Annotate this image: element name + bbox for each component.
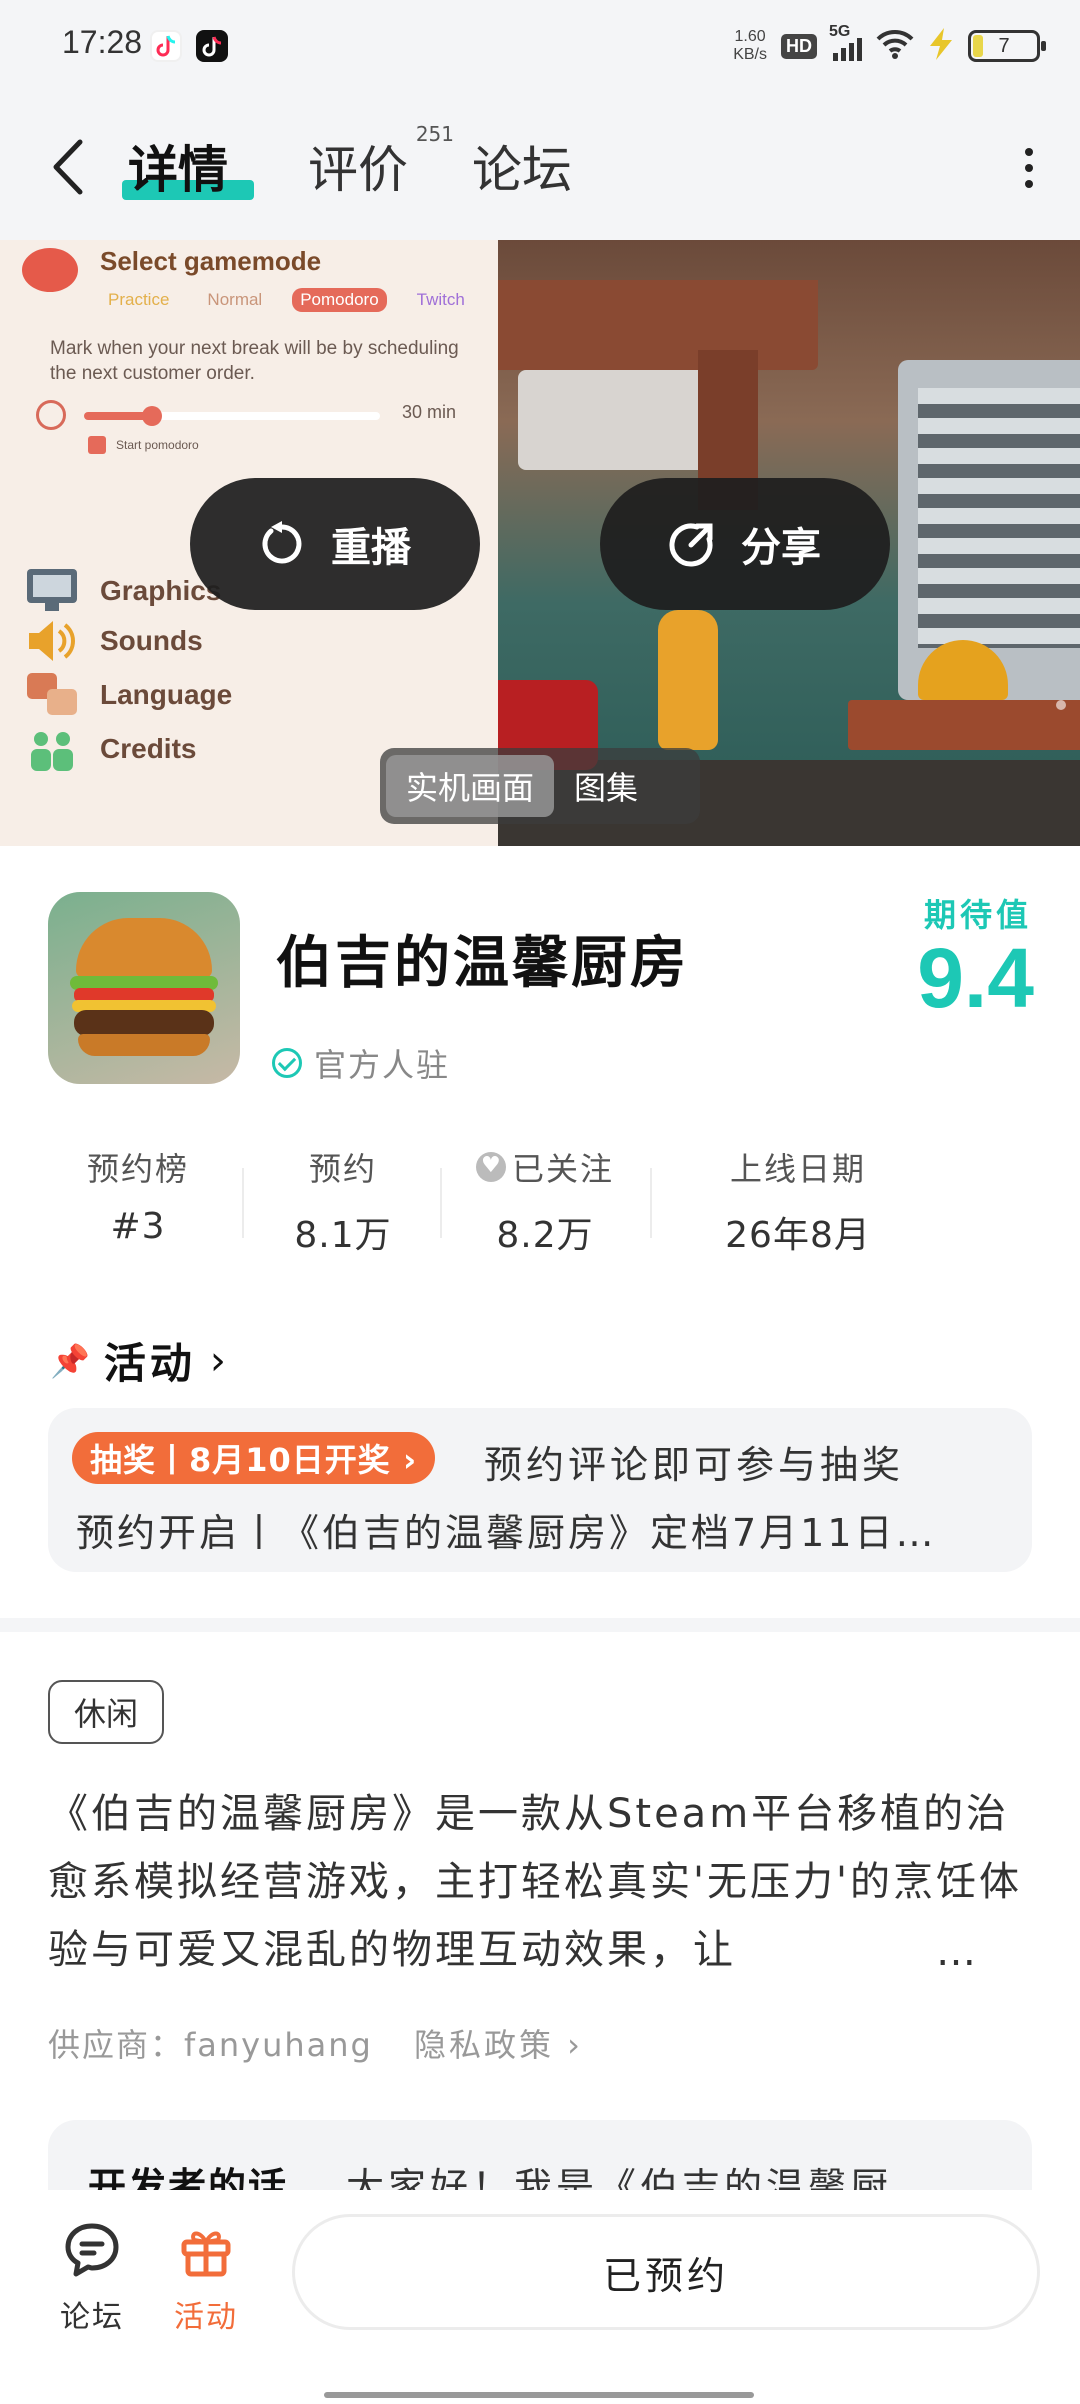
description-ellipsis: … bbox=[936, 1918, 1016, 1986]
menu-language: Language bbox=[24, 670, 232, 720]
heart-icon bbox=[475, 1152, 506, 1182]
activity-card[interactable]: 抽奖丨8月10日开奖 › 预约评论即可参与抽奖 预约开启丨《伯吉的温馨厨房》定档… bbox=[48, 1408, 1032, 1572]
mustard-bottle bbox=[658, 610, 718, 750]
status-right: 1.60 KB/s HD 5G 7 bbox=[733, 23, 1046, 68]
bottom-forum-button[interactable]: 论坛 bbox=[42, 2220, 142, 2336]
game-description[interactable]: 《伯吉的温馨厨房》是一款从Steam平台移植的治愈系模拟经营游戏，主打轻松真实'… bbox=[48, 1780, 1038, 1984]
hd-badge: HD bbox=[781, 33, 817, 59]
gamemode-options: Practice Normal Pomodoro Twitch bbox=[100, 288, 473, 312]
supplier-info: 供应商：fanyuhang bbox=[48, 2026, 373, 2064]
menu-sounds: Sounds bbox=[24, 616, 203, 666]
activity-header[interactable]: 📌 活动 › bbox=[50, 1330, 226, 1391]
wifi-icon bbox=[876, 29, 914, 63]
battery-icon: 7 bbox=[968, 30, 1046, 62]
stat-label: 已关注 bbox=[445, 1140, 645, 1194]
replay-label: 重播 bbox=[331, 525, 411, 571]
top-navigation: 详情 评价 251 论坛 bbox=[0, 92, 1080, 240]
replay-icon bbox=[262, 521, 302, 564]
activity-title: 活动 bbox=[103, 1339, 196, 1388]
back-button[interactable] bbox=[48, 136, 98, 198]
stat-label: 上线日期 bbox=[729, 1150, 866, 1188]
network-type: 5G bbox=[829, 23, 851, 40]
timer-icon bbox=[36, 400, 66, 430]
game-app-icon bbox=[48, 892, 240, 1084]
mode-twitch: Twitch bbox=[416, 290, 465, 309]
official-badge: 官方人驻 bbox=[272, 1040, 450, 1086]
official-label: 官方人驻 bbox=[314, 1046, 451, 1084]
people-icon bbox=[24, 724, 80, 774]
more-options-button[interactable] bbox=[1014, 148, 1044, 188]
stat-value: 8.2万 bbox=[496, 1215, 594, 1256]
lottery-tag[interactable]: 抽奖丨8月10日开奖 › bbox=[72, 1432, 436, 1484]
section-divider bbox=[0, 1618, 1080, 1632]
checkbox-label: Start pomodoro bbox=[116, 438, 199, 452]
activity-line2: 预约开启丨《伯吉的温馨厨房》定档7月11日… bbox=[76, 1511, 937, 1555]
gamemode-title: Select gamemode bbox=[100, 246, 322, 276]
speaker-icon bbox=[24, 616, 80, 666]
tab-forum[interactable]: 论坛 bbox=[472, 130, 572, 202]
battery-level: 7 bbox=[998, 34, 1010, 57]
charging-icon bbox=[928, 28, 954, 64]
monitor-icon bbox=[24, 566, 80, 616]
stat-value: #3 bbox=[110, 1206, 166, 1247]
net-speed-value: 1.60 bbox=[734, 28, 766, 45]
stat-label: 预约 bbox=[308, 1150, 377, 1188]
stat-followed[interactable]: 已关注 8.2万 bbox=[445, 1140, 645, 1258]
status-bar: 17:28 1.60 KB/s HD 5G 7 bbox=[0, 0, 1080, 92]
share-label: 分享 bbox=[741, 525, 821, 571]
menu-credits: Credits bbox=[24, 724, 196, 774]
chat-bubble-icon bbox=[62, 2220, 122, 2280]
genre-tag[interactable]: 休闲 bbox=[48, 1680, 165, 1744]
net-speed-unit: KB/s bbox=[733, 46, 767, 63]
mode-practice: Practice bbox=[108, 290, 170, 309]
tomato-icon bbox=[22, 248, 78, 292]
expectation-score: 9.4 bbox=[917, 931, 1034, 1025]
switch-gameplay[interactable]: 实机画面 bbox=[386, 755, 555, 817]
game-title: 伯吉的温馨厨房 bbox=[276, 931, 689, 996]
language-icon bbox=[24, 670, 80, 720]
chevron-right-icon: › bbox=[209, 1337, 226, 1384]
menu-graphics: Graphics bbox=[24, 566, 221, 616]
net-speed: 1.60 KB/s bbox=[733, 28, 767, 64]
pomodoro-slider bbox=[84, 406, 380, 426]
verified-check-icon bbox=[272, 1048, 302, 1078]
stat-rank[interactable]: 预约榜 #3 bbox=[38, 1140, 238, 1247]
tiktok-app-icon bbox=[196, 30, 228, 62]
signal-icon: 5G bbox=[829, 23, 862, 61]
bottom-forum-label: 论坛 bbox=[60, 2300, 124, 2335]
bottom-bar: 论坛 活动 已预约 bbox=[0, 2190, 1080, 2404]
gamemode-description: Mark when your next break will be by sch… bbox=[50, 338, 459, 384]
checkbox-icon bbox=[88, 436, 106, 454]
stat-launch-date: 上线日期 26年8月 bbox=[678, 1140, 918, 1258]
reserved-button[interactable]: 已预约 bbox=[292, 2214, 1040, 2330]
status-time: 17:28 bbox=[62, 24, 143, 60]
tab-review[interactable]: 评价 251 bbox=[308, 122, 454, 202]
stat-reservations: 预约 8.1万 bbox=[243, 1140, 443, 1258]
media-type-switch: 实机画面 图集 bbox=[380, 748, 700, 824]
gift-icon bbox=[176, 2220, 236, 2280]
share-button[interactable]: 分享 bbox=[600, 478, 890, 610]
stat-value: 8.1万 bbox=[294, 1215, 392, 1256]
activity-line1: 预约评论即可参与抽奖 bbox=[484, 1443, 905, 1487]
stat-label: 预约榜 bbox=[86, 1150, 189, 1188]
pin-icon: 📌 bbox=[50, 1341, 90, 1380]
mode-normal: Normal bbox=[207, 290, 263, 309]
slider-value: 30 min bbox=[402, 402, 457, 422]
home-indicator[interactable] bbox=[324, 2392, 754, 2398]
tab-detail[interactable]: 详情 bbox=[128, 130, 228, 202]
review-count: 251 bbox=[415, 122, 454, 146]
back-arrow-icon bbox=[53, 139, 83, 195]
replay-button[interactable]: 重播 bbox=[190, 478, 480, 610]
privacy-policy-link[interactable]: 隐私政策 › bbox=[414, 2020, 583, 2066]
share-icon bbox=[669, 523, 713, 567]
bottom-activity-label: 活动 bbox=[174, 2300, 238, 2335]
stats-row: 预约榜 #3 预约 8.1万 已关注 8.2万 上线日期 26年8月 bbox=[40, 1140, 1040, 1260]
stat-value: 26年8月 bbox=[725, 1215, 871, 1256]
tiktok-notification-icon bbox=[150, 30, 182, 62]
switch-gallery[interactable]: 图集 bbox=[554, 755, 658, 817]
bottom-activity-button[interactable]: 活动 bbox=[156, 2220, 256, 2336]
mode-pomodoro: Pomodoro bbox=[292, 288, 387, 312]
media-player[interactable]: Select gamemode Practice Normal Pomodoro… bbox=[0, 240, 1080, 846]
tab-review-label: 评价 bbox=[308, 141, 408, 199]
